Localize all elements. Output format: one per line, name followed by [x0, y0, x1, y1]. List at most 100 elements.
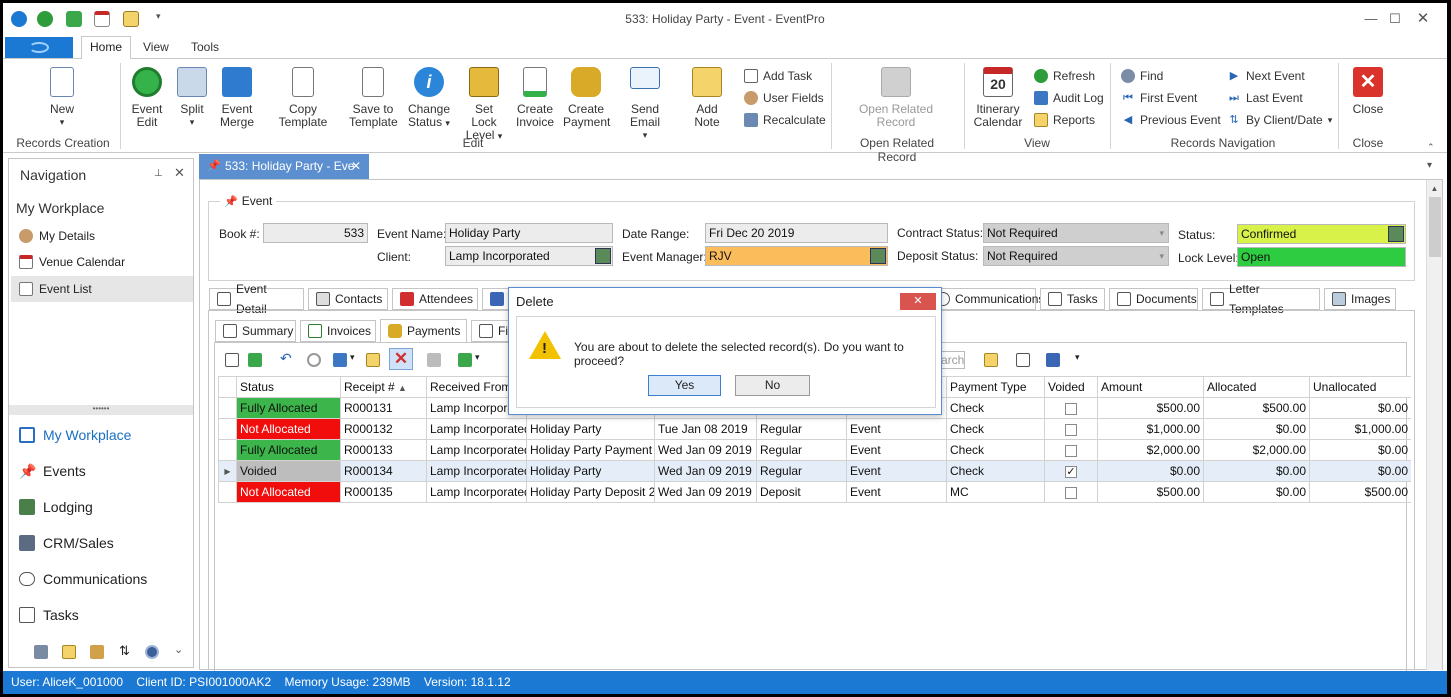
- voided-cell[interactable]: [1044, 481, 1098, 503]
- book-field[interactable]: 533: [263, 223, 368, 243]
- cell-allocated[interactable]: $0.00: [1203, 481, 1310, 503]
- voided-cell[interactable]: ✓: [1044, 460, 1098, 482]
- scroll-thumb[interactable]: [1428, 197, 1441, 257]
- copy-template-button[interactable]: Copy Template: [265, 67, 341, 129]
- transfer-icon[interactable]: ⇅: [119, 643, 130, 659]
- status-cell[interactable]: Not Allocated: [236, 418, 341, 440]
- cell-src[interactable]: Event: [846, 481, 947, 503]
- ribbon-collapse-icon[interactable]: ⌃: [1427, 142, 1435, 153]
- email-icon[interactable]: [333, 353, 347, 367]
- refresh-button[interactable]: Refresh: [1034, 69, 1095, 83]
- add-note-button[interactable]: Add Note: [682, 67, 732, 129]
- cell-amount[interactable]: $2,000.00: [1097, 439, 1204, 461]
- previous-event-button[interactable]: ◀ Previous Event: [1121, 113, 1221, 127]
- scroll-up-icon[interactable]: ▲: [1427, 184, 1442, 193]
- export-icon[interactable]: [458, 353, 472, 367]
- cell-date[interactable]: Wed Jan 09 2019: [654, 439, 757, 461]
- add-task-button[interactable]: Add Task: [744, 69, 812, 83]
- tab-communications[interactable]: Communications: [928, 288, 1044, 310]
- tab-contacts[interactable]: Contacts: [308, 288, 388, 310]
- save-dropdown-icon[interactable]: ▾: [1075, 352, 1080, 363]
- document-tab[interactable]: 📌 533: Holiday Party - Eve ✕: [199, 154, 369, 179]
- section-my-workplace[interactable]: My Workplace: [19, 427, 131, 443]
- save-icon[interactable]: [1046, 353, 1060, 367]
- cell-ev[interactable]: Holiday Party Payment 2: [526, 439, 655, 461]
- close-tab-icon[interactable]: ✕: [351, 154, 361, 179]
- preview-icon[interactable]: [1016, 353, 1030, 367]
- cell-date[interactable]: Wed Jan 09 2019: [654, 481, 757, 503]
- status-cell[interactable]: Fully Allocated: [236, 439, 341, 461]
- next-event-button[interactable]: ▶ Next Event: [1227, 69, 1305, 83]
- table-row[interactable]: Not Allocated R000132 Lamp Incorporated Hol…: [218, 418, 1411, 440]
- section-tasks[interactable]: Tasks: [19, 607, 79, 623]
- column-header-receipt[interactable]: Receipt # ▲: [340, 376, 427, 398]
- event-merge-button[interactable]: Event Merge: [218, 67, 256, 129]
- column-header-status[interactable]: Status: [236, 376, 341, 398]
- recalculate-button[interactable]: Recalculate: [744, 113, 826, 127]
- nav-item-event-list[interactable]: Event List: [11, 276, 193, 302]
- deposit-status-select[interactable]: Not Required ▾: [983, 246, 1169, 266]
- set-lock-level-button[interactable]: Set Lock Level ▾: [461, 67, 507, 143]
- event-manager-field[interactable]: RJV: [705, 246, 888, 266]
- find-button[interactable]: Find: [1121, 69, 1163, 83]
- column-header-payment-type[interactable]: Payment Type: [946, 376, 1045, 398]
- calculator-icon[interactable]: [34, 645, 48, 659]
- undo-icon[interactable]: ↶: [280, 350, 292, 367]
- status-cell[interactable]: Not Allocated: [236, 481, 341, 503]
- cell-receipt[interactable]: R000133: [340, 439, 427, 461]
- cell-unallocated[interactable]: $500.00: [1309, 481, 1411, 503]
- add-multiple-icon[interactable]: [248, 353, 262, 367]
- tab-documents[interactable]: Documents: [1109, 288, 1198, 310]
- app-menu-button[interactable]: [5, 37, 73, 58]
- dialog-close-icon[interactable]: ✕: [900, 293, 936, 310]
- tab-event-detail[interactable]: Event Detail: [209, 282, 304, 316]
- cell-src[interactable]: Event: [846, 439, 947, 461]
- table-row[interactable]: Fully Allocated R000133 Lamp Incorporated H…: [218, 439, 1411, 461]
- change-status-button[interactable]: i Change Status ▾: [406, 67, 452, 130]
- cell-date[interactable]: Tue Jan 08 2019: [654, 418, 757, 440]
- row-indicator[interactable]: [218, 439, 237, 461]
- cell-ptype[interactable]: Check: [946, 460, 1045, 482]
- cell-unallocated[interactable]: $0.00: [1309, 397, 1411, 419]
- column-header-allocated[interactable]: Allocated: [1203, 376, 1310, 398]
- row-indicator[interactable]: [218, 397, 237, 419]
- cell-from[interactable]: Lamp Incorporated: [426, 439, 527, 461]
- split-button[interactable]: Split ▾: [175, 67, 209, 129]
- close-pane-icon[interactable]: ✕: [174, 165, 185, 181]
- cell-type[interactable]: Deposit: [756, 481, 847, 503]
- cell-ptype[interactable]: MC: [946, 481, 1045, 503]
- cell-amount[interactable]: $0.00: [1097, 460, 1204, 482]
- cell-allocated[interactable]: $2,000.00: [1203, 439, 1310, 461]
- email-dropdown-icon[interactable]: ▾: [350, 352, 355, 363]
- checked-checkbox-icon[interactable]: ✓: [1065, 465, 1077, 478]
- tab-invoices[interactable]: Invoices: [300, 320, 376, 342]
- lookup-icon[interactable]: [870, 248, 886, 264]
- cell-type[interactable]: Regular: [756, 460, 847, 482]
- vertical-scrollbar[interactable]: ▲: [1426, 180, 1442, 670]
- maximize-icon[interactable]: ☐: [1383, 9, 1407, 29]
- cell-ev[interactable]: Holiday Party: [526, 418, 655, 440]
- cell-receipt[interactable]: R000134: [340, 460, 427, 482]
- tab-images[interactable]: Images: [1324, 288, 1396, 310]
- delete-icon[interactable]: ✕: [389, 348, 413, 370]
- column-header-amount[interactable]: Amount: [1097, 376, 1204, 398]
- reports-button[interactable]: Reports: [1034, 113, 1095, 127]
- create-payment-button[interactable]: Create Payment: [563, 67, 610, 129]
- lock-level-field[interactable]: Open: [1237, 247, 1406, 267]
- status-field[interactable]: Confirmed: [1237, 224, 1406, 244]
- cell-date[interactable]: Wed Jan 09 2019: [654, 460, 757, 482]
- tab-tools[interactable]: Tools: [191, 40, 219, 54]
- audit-log-button[interactable]: Audit Log: [1034, 91, 1104, 105]
- documents-icon[interactable]: [90, 645, 104, 659]
- pin-icon[interactable]: ⊥: [154, 168, 163, 179]
- new-button[interactable]: New ▾: [43, 67, 81, 129]
- cell-type[interactable]: Regular: [756, 418, 847, 440]
- checkbox-icon[interactable]: [1065, 444, 1077, 457]
- checkbox-icon[interactable]: [1065, 423, 1077, 436]
- row-indicator[interactable]: ▶: [218, 460, 237, 482]
- checkbox-icon[interactable]: [1065, 486, 1077, 499]
- tab-summary[interactable]: Summary: [215, 320, 296, 342]
- tab-payments[interactable]: Payments: [380, 319, 467, 343]
- client-field[interactable]: Lamp Incorporated: [445, 246, 613, 266]
- status-cell[interactable]: Voided: [236, 460, 341, 482]
